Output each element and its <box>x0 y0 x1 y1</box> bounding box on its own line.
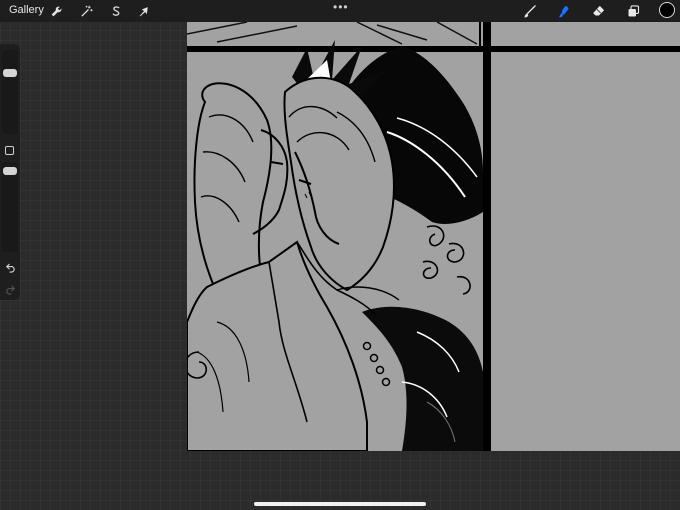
brush-icon[interactable] <box>521 3 537 19</box>
arrow-cursor-icon[interactable] <box>135 3 151 19</box>
wrench-icon[interactable] <box>48 3 64 19</box>
opacity-slider[interactable] <box>2 162 18 252</box>
gallery-button[interactable]: Gallery <box>9 4 44 16</box>
undo-icon[interactable] <box>3 260 17 274</box>
redo-icon[interactable] <box>3 282 17 296</box>
eraser-icon[interactable] <box>590 3 606 19</box>
manga-artwork <box>187 22 680 451</box>
top-toolbar: Gallery ••• <box>0 0 680 22</box>
brush-size-thumb[interactable] <box>3 69 17 77</box>
color-swatch[interactable] <box>659 2 675 18</box>
layers-icon[interactable] <box>625 3 641 19</box>
brush-size-slider[interactable] <box>2 50 18 134</box>
left-sidebar <box>0 44 20 300</box>
modify-button[interactable] <box>5 146 14 155</box>
home-indicator[interactable] <box>254 502 426 506</box>
smudge-icon[interactable] <box>555 3 571 19</box>
opacity-thumb[interactable] <box>3 167 17 175</box>
drawing-canvas[interactable] <box>187 22 680 451</box>
more-dots-icon[interactable]: ••• <box>333 1 349 13</box>
selection-s-icon[interactable] <box>107 3 123 19</box>
magic-wand-icon[interactable] <box>78 3 94 19</box>
